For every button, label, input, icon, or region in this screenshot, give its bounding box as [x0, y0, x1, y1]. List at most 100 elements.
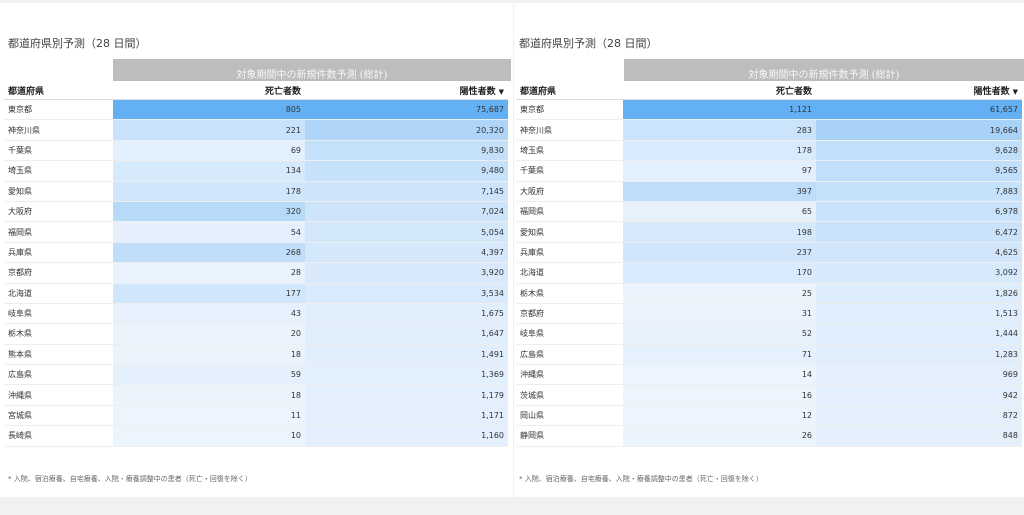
table-row[interactable]: 福岡県 65 6,978 — [516, 201, 1022, 223]
deaths-cell: 177 — [113, 283, 305, 304]
table-row[interactable]: 東京都 805 75,687 — [4, 99, 508, 121]
positives-cell: 7,145 — [305, 181, 508, 202]
deaths-cell: 268 — [113, 242, 305, 264]
table-row[interactable]: 広島県 59 1,369 — [4, 364, 508, 386]
table-row[interactable]: 埼玉県 134 9,480 — [4, 160, 508, 182]
positives-cell: 9,628 — [816, 140, 1022, 162]
table-row[interactable]: 神奈川県 283 19,664 — [516, 119, 1022, 141]
deaths-cell: 97 — [623, 160, 816, 182]
prefecture-cell: 大阪府 — [4, 201, 113, 223]
prefecture-cell: 埼玉県 — [4, 160, 113, 182]
deaths-cell: 54 — [113, 221, 305, 243]
positives-cell: 1,179 — [305, 384, 508, 406]
footnote: * 入院、宿泊療養、自宅療養、入院・療養調整中の患者（死亡・回復を除く） — [519, 475, 763, 483]
positives-cell: 4,625 — [816, 242, 1022, 264]
table-row[interactable]: 大阪府 397 7,883 — [516, 181, 1022, 202]
table-row[interactable]: 茨城県 16 942 — [516, 384, 1022, 406]
prefecture-cell: 大阪府 — [516, 181, 623, 202]
footnote: * 入院、宿泊療養、自宅療養、入院・療養調整中の患者（死亡・回復を除く） — [8, 475, 252, 483]
table-row[interactable]: 宮城県 11 1,171 — [4, 405, 508, 427]
prefecture-cell: 茨城県 — [516, 384, 623, 406]
positives-cell: 4,397 — [305, 242, 508, 264]
column-group-header: 対象期間中の新規件数予測 (総計) — [624, 59, 1024, 81]
table-row[interactable]: 静岡県 26 848 — [516, 425, 1022, 447]
table-row[interactable]: 東京都 1,121 61,657 — [516, 99, 1022, 121]
deaths-cell: 20 — [113, 323, 305, 345]
deaths-cell: 14 — [623, 364, 816, 386]
positives-cell: 1,647 — [305, 323, 508, 345]
deaths-cell: 18 — [113, 344, 305, 366]
table-row[interactable]: 岐阜県 43 1,675 — [4, 303, 508, 325]
table-row[interactable]: 千葉県 69 9,830 — [4, 140, 508, 162]
table-row[interactable]: 大阪府 320 7,024 — [4, 201, 508, 223]
prefecture-cell: 兵庫県 — [516, 242, 623, 264]
prefecture-cell: 栃木県 — [516, 283, 623, 304]
deaths-cell: 69 — [113, 140, 305, 162]
deaths-cell: 237 — [623, 242, 816, 264]
prefecture-cell: 福岡県 — [4, 221, 113, 243]
positives-cell: 872 — [816, 405, 1022, 427]
column-header-deaths[interactable]: 死亡者数 — [623, 81, 816, 100]
deaths-cell: 31 — [623, 303, 816, 325]
prefecture-cell: 愛知県 — [4, 181, 113, 202]
positives-cell: 5,054 — [305, 221, 508, 243]
table-row[interactable]: 京都府 31 1,513 — [516, 303, 1022, 325]
table-row[interactable]: 栃木県 25 1,826 — [516, 283, 1022, 304]
table-row[interactable]: 沖縄県 14 969 — [516, 364, 1022, 386]
column-header-deaths[interactable]: 死亡者数 — [113, 81, 305, 100]
table-row[interactable]: 兵庫県 237 4,625 — [516, 242, 1022, 264]
forecast-table: 都道府県 死亡者数 陽性者数 ▼ 東京都 1,121 61,657 神奈川県 283 19,… — [516, 81, 1022, 447]
forecast-table: 都道府県 死亡者数 陽性者数 ▼ 東京都 805 75,687 神奈川県 221 20,32… — [4, 81, 508, 447]
deaths-cell: 134 — [113, 160, 305, 182]
table-row[interactable]: 岡山県 12 872 — [516, 405, 1022, 427]
table-row[interactable]: 広島県 71 1,283 — [516, 344, 1022, 366]
deaths-cell: 198 — [623, 221, 816, 243]
deaths-cell: 59 — [113, 364, 305, 386]
table-row[interactable]: 愛知県 178 7,145 — [4, 181, 508, 202]
deaths-cell: 18 — [113, 384, 305, 406]
table-row[interactable]: 岐阜県 52 1,444 — [516, 323, 1022, 345]
table-row[interactable]: 愛知県 198 6,472 — [516, 221, 1022, 243]
table-row[interactable]: 埼玉県 178 9,628 — [516, 140, 1022, 162]
prefecture-cell: 栃木県 — [4, 323, 113, 345]
prefecture-cell: 岐阜県 — [516, 323, 623, 345]
positives-cell: 7,883 — [816, 181, 1022, 202]
column-header-prefecture[interactable]: 都道府県 — [4, 81, 113, 100]
positives-cell: 9,830 — [305, 140, 508, 162]
positives-cell: 61,657 — [816, 99, 1022, 121]
sort-descending-icon[interactable]: ▼ — [1013, 88, 1018, 96]
table-row[interactable]: 千葉県 97 9,565 — [516, 160, 1022, 182]
positives-cell: 969 — [816, 364, 1022, 386]
table-row[interactable]: 北海道 177 3,534 — [4, 283, 508, 304]
prefecture-cell: 千葉県 — [516, 160, 623, 182]
deaths-cell: 1,121 — [623, 99, 816, 121]
sort-descending-icon[interactable]: ▼ — [499, 88, 504, 96]
deaths-cell: 320 — [113, 201, 305, 223]
table-row[interactable]: 栃木県 20 1,647 — [4, 323, 508, 345]
column-header-positives-label: 陽性者数 — [973, 86, 1010, 97]
table-row[interactable]: 熊本県 18 1,491 — [4, 344, 508, 366]
deaths-cell: 170 — [623, 262, 816, 284]
positives-cell: 7,024 — [305, 201, 508, 223]
prefecture-cell: 東京都 — [4, 99, 113, 121]
prefecture-cell: 岡山県 — [516, 405, 623, 427]
positives-cell: 942 — [816, 384, 1022, 406]
table-row[interactable]: 京都府 28 3,920 — [4, 262, 508, 284]
column-header-positives[interactable]: 陽性者数 ▼ — [816, 81, 1022, 100]
table-row[interactable]: 長崎県 10 1,160 — [4, 425, 508, 447]
table-header-row: 都道府県 死亡者数 陽性者数 ▼ — [4, 81, 508, 100]
positives-cell: 1,369 — [305, 364, 508, 386]
table-row[interactable]: 沖縄県 18 1,179 — [4, 384, 508, 406]
column-header-prefecture[interactable]: 都道府県 — [516, 81, 623, 100]
table-row[interactable]: 兵庫県 268 4,397 — [4, 242, 508, 264]
positives-cell: 3,092 — [816, 262, 1022, 284]
positives-cell: 9,565 — [816, 160, 1022, 182]
prefecture-cell: 沖縄県 — [4, 384, 113, 406]
table-row[interactable]: 福岡県 54 5,054 — [4, 221, 508, 243]
table-row[interactable]: 北海道 170 3,092 — [516, 262, 1022, 284]
table-row[interactable]: 神奈川県 221 20,320 — [4, 119, 508, 141]
prefecture-cell: 神奈川県 — [516, 119, 623, 141]
prefecture-cell: 宮城県 — [4, 405, 113, 427]
column-header-positives[interactable]: 陽性者数 ▼ — [305, 81, 508, 100]
prefecture-cell: 岐阜県 — [4, 303, 113, 325]
